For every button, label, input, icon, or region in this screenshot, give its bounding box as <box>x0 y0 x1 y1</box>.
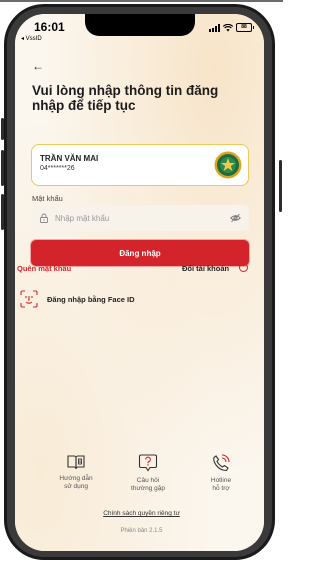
signal-icon <box>209 23 220 32</box>
vss-emblem-icon <box>214 151 242 179</box>
book-info-icon <box>67 455 85 470</box>
face-id-icon <box>20 290 38 308</box>
guide-link[interactable]: Hướng dẫn sử dụng <box>46 453 106 491</box>
account-card: TRẦN VĂN MAI 04*******26 <box>31 144 249 186</box>
account-phone: 04*******26 <box>40 165 75 172</box>
side-button <box>1 194 4 230</box>
side-button <box>279 160 282 212</box>
faq-link[interactable]: Câu hỏi thường gặp <box>118 453 178 493</box>
battery-icon: 88 <box>236 23 254 32</box>
app-version: Phiên bản 2.1.5 <box>120 528 163 534</box>
face-id-label: Đăng nhập bằng Face ID <box>47 295 135 304</box>
password-input[interactable] <box>55 211 215 225</box>
hotline-label: Hotline hỗ trợ <box>210 477 232 492</box>
privacy-policy-link[interactable]: Chính sách quyền riêng tư <box>0 510 283 517</box>
switch-account-link[interactable]: Đổi tài khoản <box>182 264 229 273</box>
guide-label: Hướng dẫn sử dụng <box>59 475 93 490</box>
hotline-link[interactable]: Hotline hỗ trợ <box>191 453 251 493</box>
switch-account-icon[interactable] <box>239 263 248 272</box>
side-button <box>1 118 4 140</box>
forgot-password-link[interactable]: Quên mật khẩu <box>17 264 71 273</box>
eye-off-icon[interactable] <box>230 213 241 223</box>
lock-icon <box>40 213 48 223</box>
face-id-login[interactable]: Đăng nhập bằng Face ID <box>16 290 186 310</box>
question-icon <box>138 454 158 472</box>
notch <box>85 14 195 36</box>
back-arrow-icon[interactable]: ← <box>32 59 44 73</box>
phone-call-icon <box>213 454 230 472</box>
faq-label: Câu hỏi thường gặp <box>131 477 165 492</box>
top-divider <box>0 0 283 2</box>
wifi-icon <box>223 23 233 31</box>
password-label: Mật khẩu <box>32 194 63 203</box>
back-to-app-link[interactable]: ◂ VssID <box>21 35 42 42</box>
account-name: TRẦN VĂN MAI <box>40 154 99 163</box>
page-title: Vui lòng nhập thông tin đăng nhập để tiế… <box>32 83 219 113</box>
status-icons: 88 <box>209 23 254 32</box>
status-time: 16:01 <box>34 20 65 34</box>
side-button <box>1 150 4 186</box>
password-field[interactable] <box>31 205 249 231</box>
login-button[interactable]: Đăng nhập <box>31 240 249 266</box>
